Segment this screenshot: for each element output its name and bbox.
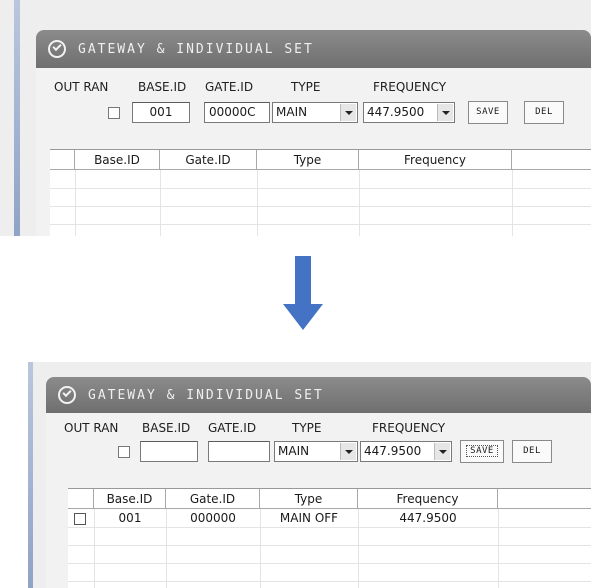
grid-header-blank: [512, 150, 591, 170]
gateway-grid: Base.ID Gate.ID Type Frequency 001 00000…: [68, 488, 591, 588]
grid-line: [160, 170, 161, 236]
grid-header-base-id: Base.ID: [75, 150, 160, 170]
type-select-value: MAIN: [276, 105, 308, 119]
window-edge: [14, 0, 20, 236]
out-ran-checkbox[interactable]: [118, 446, 130, 458]
gate-id-label: GATE.ID: [208, 421, 257, 435]
grid-line: [50, 188, 591, 189]
panel-title: GATEWAY & INDIVIDUAL SET: [88, 387, 324, 403]
frequency-label: FREQUENCY: [373, 80, 447, 94]
grid-line: [512, 170, 513, 236]
gate-id-label: GATE.ID: [205, 80, 254, 94]
out-ran-label: OUT RAN: [54, 80, 109, 94]
grid-header-frequency: Frequency: [358, 489, 498, 509]
grid-line: [94, 509, 95, 588]
del-button[interactable]: DEL: [524, 101, 564, 124]
base-id-label: BASE.ID: [138, 80, 187, 94]
gate-id-input[interactable]: 00000C: [204, 102, 270, 123]
save-button[interactable]: SAVE: [468, 101, 508, 124]
grid-line: [75, 170, 76, 236]
panel-header: GATEWAY & INDIVIDUAL SET: [46, 377, 591, 413]
grid-select-header: [50, 150, 75, 170]
grid-select-header: [68, 489, 94, 509]
grid-line: [498, 509, 499, 588]
cell-frequency: 447.9500: [399, 511, 457, 525]
grid-line: [68, 563, 591, 564]
cell-type: MAIN OFF: [279, 511, 339, 525]
down-arrow-icon: [283, 256, 323, 336]
grid-header-gate-id: Gate.ID: [166, 489, 260, 509]
check-circle-icon: [58, 386, 76, 404]
panel-header: GATEWAY & INDIVIDUAL SET: [36, 30, 591, 68]
frequency-select-value: 447.9500: [364, 444, 422, 458]
grid-line: [359, 170, 360, 236]
grid-line: [50, 224, 591, 225]
grid-line: [166, 509, 167, 588]
cell-base-id: 001: [118, 511, 142, 525]
chevron-down-icon[interactable]: [434, 443, 450, 460]
frequency-label: FREQUENCY: [372, 421, 446, 435]
window-edge: [28, 362, 33, 588]
base-id-input[interactable]: [140, 441, 198, 462]
grid-line: [358, 509, 359, 588]
frequency-select[interactable]: 447.9500: [363, 102, 455, 123]
grid-header-blank: [498, 489, 591, 509]
panel-title: GATEWAY & INDIVIDUAL SET: [78, 41, 314, 57]
grid-line: [257, 170, 258, 236]
grid-header-base-id: Base.ID: [94, 489, 166, 509]
grid-header-type: Type: [257, 150, 359, 170]
chevron-down-icon[interactable]: [437, 104, 453, 121]
base-id-input[interactable]: 001: [132, 102, 190, 123]
base-id-label: BASE.ID: [142, 421, 191, 435]
type-label: TYPE: [292, 421, 322, 435]
cell-gate-id: 000000: [190, 511, 236, 525]
del-button[interactable]: DEL: [512, 440, 552, 463]
gate-id-input[interactable]: [208, 441, 270, 462]
frequency-select[interactable]: 447.9500: [360, 441, 452, 462]
grid-line: [50, 206, 591, 207]
grid-line: [68, 581, 591, 582]
save-button[interactable]: SAVE: [460, 440, 504, 463]
before-screenshot: GATEWAY & INDIVIDUAL SET OUT RAN BASE.ID…: [0, 0, 591, 236]
chevron-down-icon[interactable]: [340, 443, 356, 460]
arrow-head: [283, 304, 323, 330]
frequency-select-value: 447.9500: [367, 105, 425, 119]
type-select[interactable]: MAIN: [274, 441, 358, 462]
type-select-value: MAIN: [278, 444, 310, 458]
chevron-down-icon[interactable]: [340, 104, 356, 121]
grid-header-gate-id: Gate.ID: [160, 150, 257, 170]
type-label: TYPE: [291, 80, 321, 94]
form-panel: OUT RAN BASE.ID GATE.ID TYPE FREQUENCY M…: [46, 413, 591, 588]
out-ran-checkbox[interactable]: [108, 107, 120, 119]
form-panel: OUT RAN BASE.ID GATE.ID TYPE FREQUENCY 0…: [36, 68, 591, 236]
grid-header-frequency: Frequency: [359, 150, 512, 170]
grid-line: [260, 509, 261, 588]
grid-line: [68, 527, 591, 528]
type-select[interactable]: MAIN: [272, 102, 358, 123]
grid-line: [68, 545, 591, 546]
gateway-grid: Base.ID Gate.ID Type Frequency: [50, 149, 591, 236]
after-screenshot: GATEWAY & INDIVIDUAL SET OUT RAN BASE.ID…: [28, 362, 591, 588]
out-ran-label: OUT RAN: [64, 421, 119, 435]
row-checkbox[interactable]: [74, 513, 86, 525]
arrow-shaft: [295, 256, 311, 306]
grid-header-type: Type: [260, 489, 358, 509]
check-circle-icon: [48, 40, 66, 58]
